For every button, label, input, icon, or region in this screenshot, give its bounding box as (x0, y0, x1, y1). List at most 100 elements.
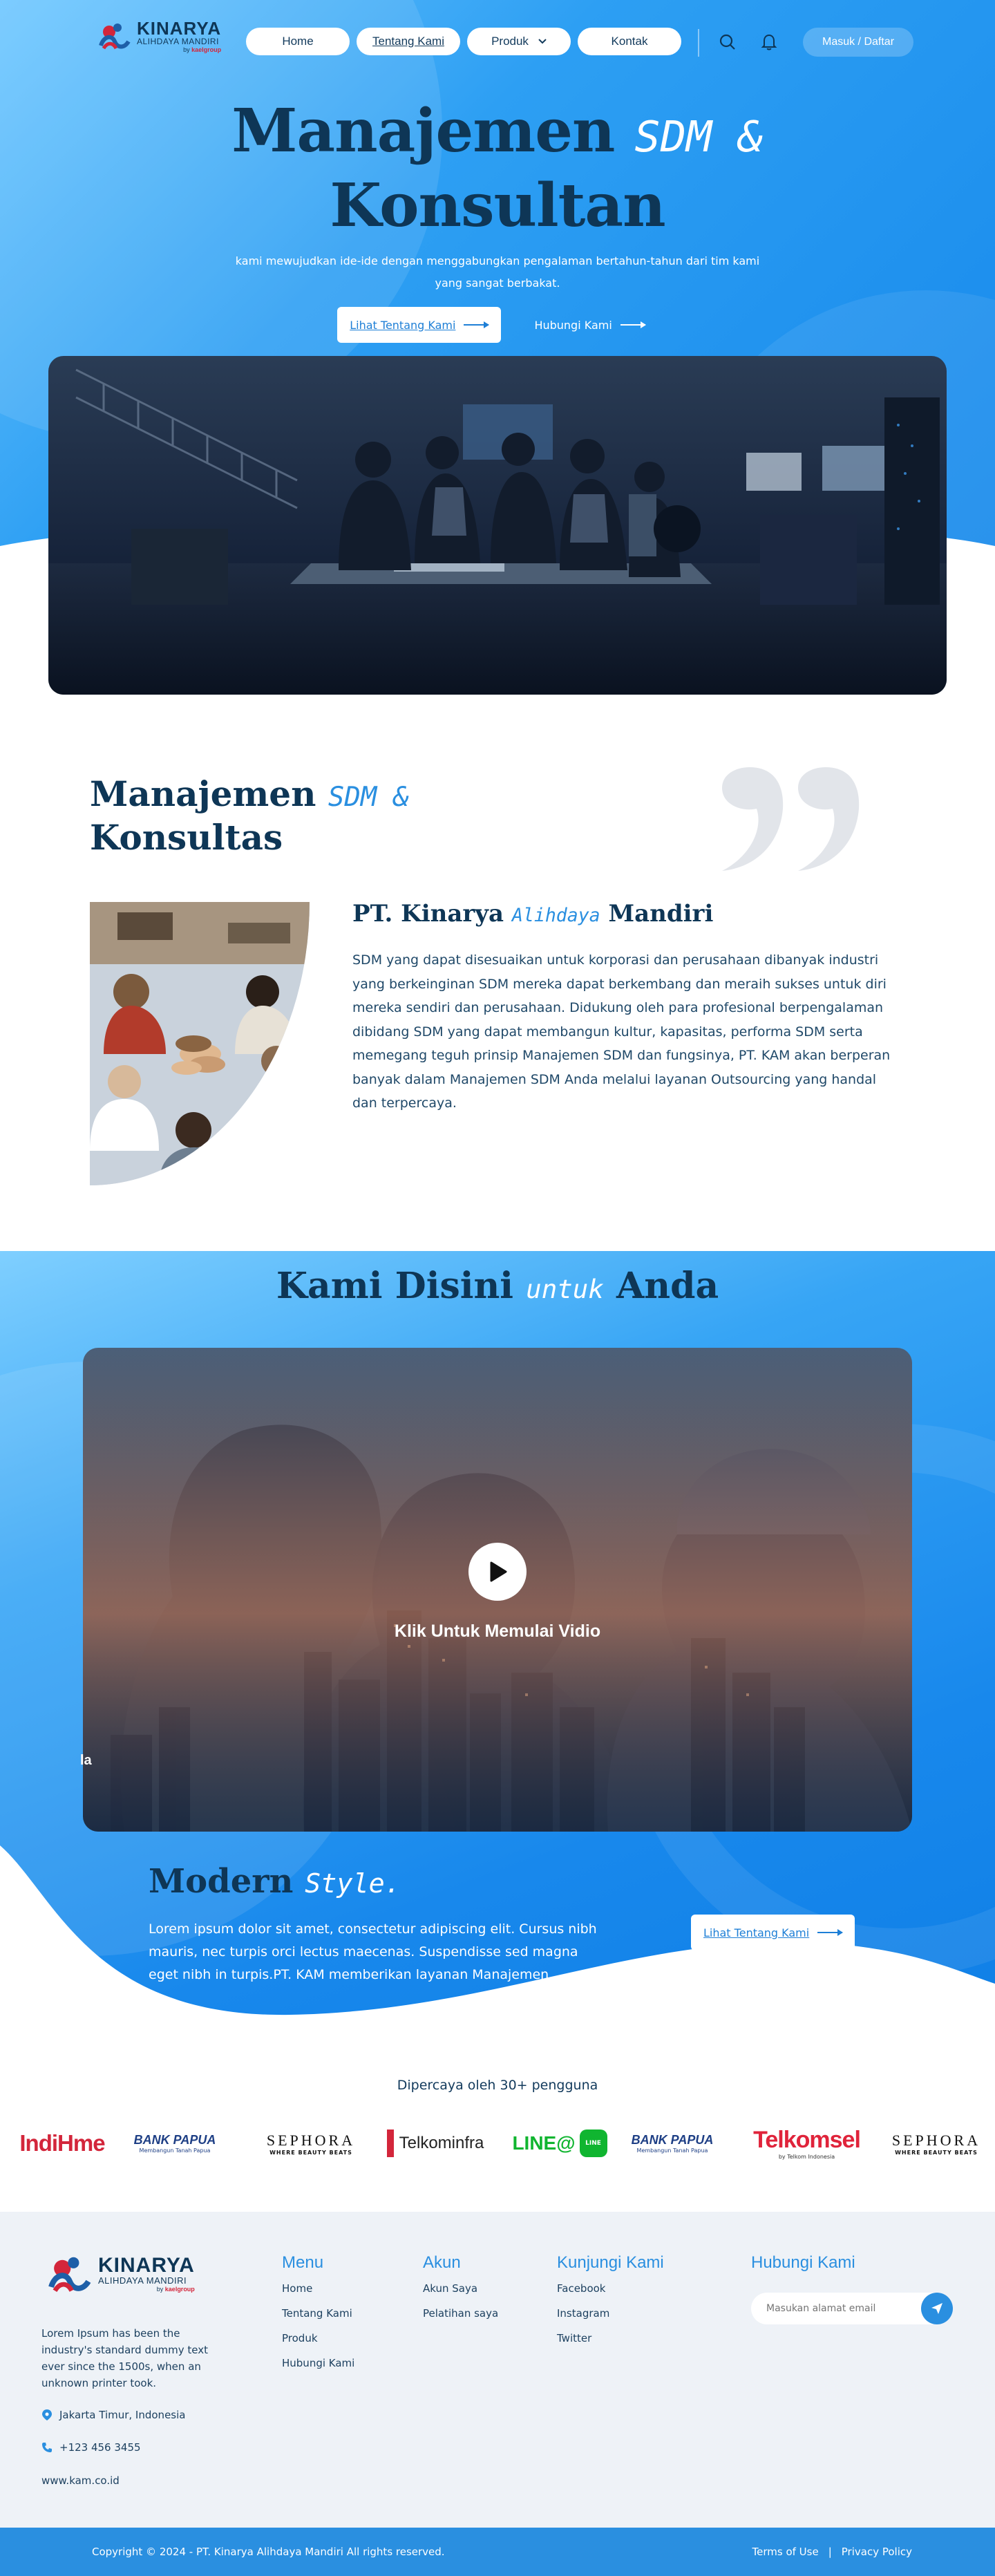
nav-kontak[interactable]: Kontak (578, 28, 681, 55)
indihome-text-a: Indi (19, 2130, 58, 2156)
footer-link-tentang-kami[interactable]: Tentang Kami (282, 2307, 354, 2320)
video-title: Kami Disini untuk Anda (0, 1265, 995, 1307)
hero-buttons: Lihat Tentang Kami Hubungi Kami (0, 307, 995, 343)
footer-description: Lorem Ipsum has been the industry's stan… (41, 2327, 208, 2389)
modern-about-us-label: Lihat Tentang Kami (703, 1926, 810, 1939)
partner-logo-indihome: IndiHme (7, 2119, 117, 2168)
brand-logo[interactable]: KINARYA ALIHDAYA MANDIRI by kaelgroup (97, 18, 221, 54)
team-hands-photo (90, 902, 310, 1185)
sephora-tag: WHERE BEAUTY BEATS (895, 2149, 978, 2156)
modern-about-us-button[interactable]: Lihat Tentang Kami (691, 1915, 855, 1950)
line-badge-icon: LINE (579, 2130, 607, 2157)
hero-title-script: SDM & (634, 112, 764, 162)
footer-location: Jakarta Timur, Indonesia (41, 2409, 185, 2421)
nav-links: Home Tentang Kami Produk Kontak (246, 28, 681, 55)
footer-link-pelatihan[interactable]: Pelatihan saya (423, 2307, 498, 2320)
bell-icon[interactable] (759, 32, 779, 53)
footer-link-instagram[interactable]: Instagram (557, 2307, 664, 2320)
newsletter-send-button[interactable] (921, 2293, 953, 2324)
search-icon[interactable] (717, 32, 738, 53)
sephora-text: SEPHORA (266, 2131, 356, 2149)
contact-us-button[interactable]: Hubungi Kami (522, 307, 657, 343)
partner-logo-telkominfra: Telkominfra (373, 2119, 498, 2168)
footer-link-home[interactable]: Home (282, 2282, 354, 2295)
telkominfra-text: Telkominfra (399, 2134, 484, 2152)
partner-logos: IndiHme BANK PAPUA Membangun Tanah Papua… (0, 2119, 995, 2168)
footer-account-title: Akun (423, 2253, 461, 2272)
indihome-text-b: H (57, 2130, 74, 2156)
nav-home[interactable]: Home (246, 28, 350, 55)
partner-logo-sephora: SEPHORA WHERE BEAUTY BEATS (263, 2119, 359, 2168)
bank-papua-tag: Membangun Tanah Papua (636, 2147, 708, 2154)
nav-home-label: Home (282, 35, 314, 48)
video-title-end: Anda (616, 1265, 719, 1307)
about-title-second: Konsultas (90, 817, 283, 858)
arrow-right-icon (620, 321, 646, 328)
modern-style-description: Lorem ipsum dolor sit amet, consectetur … (149, 1921, 597, 1982)
newsletter-form (751, 2293, 953, 2324)
about-title-main: Manajemen (90, 773, 316, 814)
modern-title-script: Style. (305, 1868, 401, 1899)
hero-subtitle: kami mewujudkan ide-ide dengan menggabun… (235, 254, 760, 290)
footer-social-column: Kunjungi Kami Facebook Instagram Twitter (557, 2253, 664, 2357)
play-icon (490, 1561, 507, 1582)
partner-logo-line: LINE@ LINE (508, 2119, 612, 2168)
footer-contact-column: Hubungi Kami (751, 2253, 855, 2282)
sephora-text: SEPHORA (891, 2131, 981, 2149)
footer-website-text[interactable]: www.kam.co.id (41, 2474, 120, 2487)
modern-title-main: Modern (149, 1862, 294, 1901)
footer-link-hubungi-kami[interactable]: Hubungi Kami (282, 2357, 354, 2369)
telkomsel-text: Telkomsel (753, 2127, 861, 2153)
contact-us-label: Hubungi Kami (534, 318, 612, 332)
company-name: PT. Kinarya Alihdaya Mandiri (352, 900, 713, 928)
logo-by-text: by (183, 46, 190, 53)
footer-website[interactable]: www.kam.co.id (41, 2474, 120, 2487)
partner-logo-sephora-2: SEPHORA WHERE BEAUTY BEATS (884, 2119, 988, 2168)
hero-title-main: Manajemen (231, 96, 615, 166)
footer: KINARYA ALIHDAYA MANDIRI by kaelgroup Lo… (0, 2212, 995, 2576)
play-button[interactable] (468, 1543, 527, 1601)
terms-of-use-link[interactable]: Terms of Use (752, 2546, 819, 2558)
footer-link-produk[interactable]: Produk (282, 2332, 354, 2344)
legal-links: Terms of Use | Privacy Policy (752, 2546, 913, 2558)
partner-logo-bank-papua: BANK PAPUA Membangun Tanah Papua (123, 2119, 227, 2168)
bank-papua-tag: Membangun Tanah Papua (139, 2147, 211, 2154)
footer-logo-name: KINARYA (98, 2254, 195, 2277)
footer-location-text: Jakarta Timur, Indonesia (59, 2409, 186, 2421)
nav-produk-dropdown[interactable]: Produk (467, 28, 571, 55)
logo-group-brand: kaelgroup (191, 46, 222, 53)
nav-tentang-kami[interactable]: Tentang Kami (357, 28, 460, 55)
footer-main: KINARYA ALIHDAYA MANDIRI by kaelgroup Lo… (0, 2212, 995, 2528)
telkomsel-tag: by Telkom Indonesia (778, 2154, 835, 2160)
hero-title-second: Konsultan (330, 171, 665, 241)
video-section: Kami Disini untuk Anda Klik Untuk Memula… (0, 1251, 995, 2046)
company-name-script: Alihdaya (511, 905, 600, 926)
about-us-button[interactable]: Lihat Tentang Kami (337, 307, 502, 343)
bank-papua-text: BANK PAPUA (133, 2133, 216, 2147)
footer-contact-title: Hubungi Kami (751, 2253, 855, 2272)
partner-logo-telkomsel: Telkomsel by Telkom Indonesia (743, 2119, 871, 2168)
privacy-policy-link[interactable]: Privacy Policy (842, 2546, 912, 2558)
logo-group: by kaelgroup (183, 46, 222, 53)
nav-kontak-label: Kontak (611, 35, 648, 48)
footer-link-akun-saya[interactable]: Akun Saya (423, 2282, 498, 2295)
footer-logo-group: by kaelgroup (157, 2286, 195, 2293)
partner-logo-bank-papua-2: BANK PAPUA Membangun Tanah Papua (620, 2119, 724, 2168)
legal-separator: | (828, 2546, 832, 2558)
arrow-right-icon (464, 321, 490, 328)
login-register-button[interactable]: Masuk / Daftar (803, 28, 913, 57)
top-navbar: KINARYA ALIHDAYA MANDIRI by kaelgroup Ho… (0, 15, 995, 68)
newsletter-email-input[interactable] (751, 2303, 921, 2314)
footer-link-facebook[interactable]: Facebook (557, 2282, 664, 2295)
footer-link-twitter[interactable]: Twitter (557, 2332, 664, 2344)
video-player[interactable]: Klik Untuk Memulai Vidio (83, 1348, 912, 1832)
footer-phone: +123 456 3455 (41, 2441, 141, 2454)
footer-menu-column: Menu Home Tentang Kami Produk Hubungi Ka… (282, 2253, 354, 2382)
logo-subtitle: ALIHDAYA MANDIRI (137, 36, 219, 46)
footer-logo[interactable]: KINARYA ALIHDAYA MANDIRI by kaelgroup (46, 2250, 195, 2298)
modern-style-title: Modern Style. (149, 1862, 401, 1901)
footer-account-column: Akun Akun Saya Pelatihan saya (423, 2253, 498, 2332)
video-title-main: Kami Disini (276, 1265, 514, 1307)
copyright-text: Copyright © 2024 - PT. Kinarya Alihdaya … (92, 2546, 445, 2558)
nav-divider (698, 29, 699, 57)
